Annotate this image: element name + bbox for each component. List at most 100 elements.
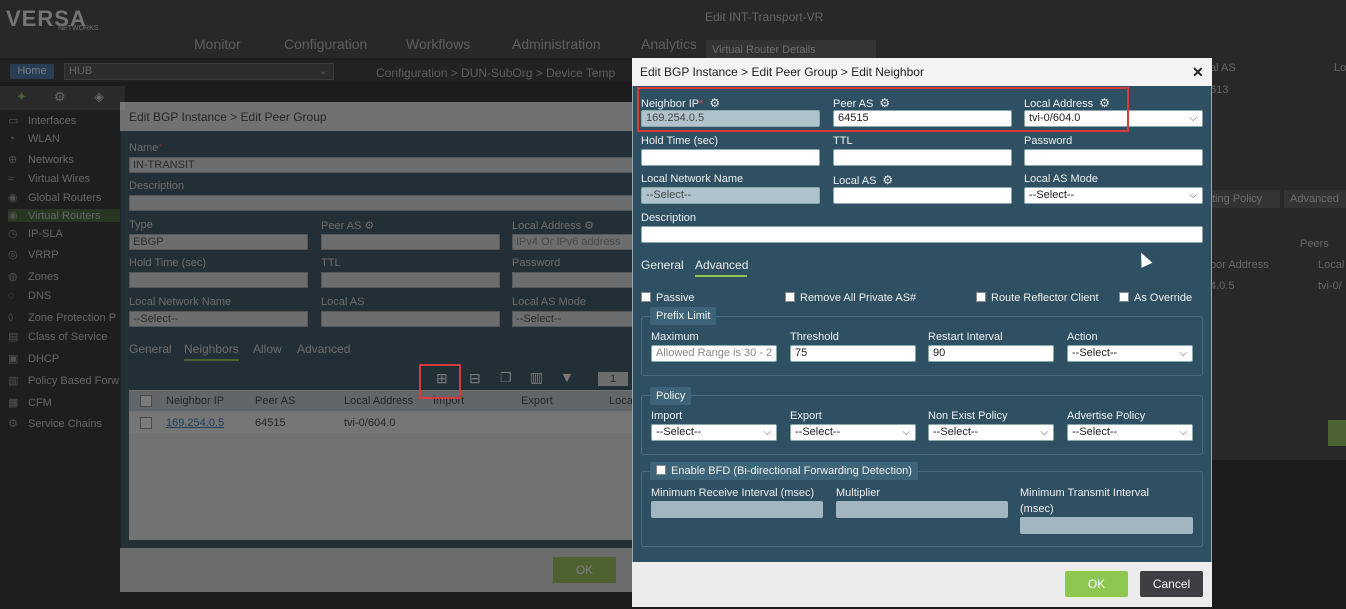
as-override-checkbox[interactable]: As Override — [1119, 292, 1192, 304]
nav-configuration[interactable]: Configuration — [284, 36, 367, 52]
pg-ttl-input[interactable] — [321, 272, 500, 288]
router-icon: ◉ — [8, 210, 18, 222]
passive-checkbox[interactable]: Passive — [641, 292, 695, 304]
pg-ok-button[interactable]: OK — [553, 557, 616, 583]
col-local-address[interactable]: Local Address — [344, 395, 413, 407]
min-receive-interval-input[interactable] — [651, 501, 823, 518]
sidebar-item-zones[interactable]: ◍ Zones — [8, 270, 59, 283]
col-peer-as[interactable]: Peer AS — [255, 395, 295, 407]
sidebar-item-networks[interactable]: ⊕ Networks — [8, 153, 74, 166]
ttl-input[interactable] — [833, 149, 1012, 166]
pg-local-network-select[interactable]: --Select-- — [129, 311, 308, 327]
checkbox[interactable] — [1119, 292, 1129, 302]
checkbox[interactable] — [785, 292, 795, 302]
sidebar-item-virtual-wires[interactable]: ≈ Virtual Wires — [8, 173, 90, 185]
pg-tab-general[interactable]: General — [129, 342, 172, 356]
sidebar-item-service-chains[interactable]: ⚙ Service Chains — [8, 417, 102, 430]
sidebar-item-global-routers[interactable]: ◉ Global Routers — [8, 191, 101, 204]
sidebar-item-virtual-routers[interactable]: ◉ Virtual Routers — [8, 209, 120, 222]
local-as-input[interactable] — [833, 187, 1012, 204]
non-exist-policy-select[interactable]: --Select-- ⌵ — [928, 424, 1054, 441]
wand-icon[interactable]: ✦ — [16, 89, 27, 105]
multiplier-input[interactable] — [836, 501, 1008, 518]
password-input[interactable] — [1024, 149, 1203, 166]
hold-time-input[interactable] — [641, 149, 820, 166]
local-network-name-select[interactable]: --Select-- — [641, 187, 820, 204]
maximum-input[interactable]: Allowed Range is 30 - 2 — [651, 345, 777, 362]
sidebar-item-zone-protection[interactable]: ◊ Zone Protection P — [8, 312, 116, 324]
sidebar-item-dhcp[interactable]: ▣ DHCP — [8, 352, 59, 365]
nav-administration[interactable]: Administration — [512, 36, 601, 52]
sidebar-item-vrrp[interactable]: ◎ VRRP — [8, 248, 59, 261]
min-transmit-interval-input[interactable] — [1020, 517, 1193, 534]
select-all-checkbox[interactable] — [140, 395, 152, 407]
page-number[interactable]: 1 — [598, 372, 628, 386]
bfd-legend[interactable]: Enable BFD (Bi-directional Forwarding De… — [650, 462, 918, 480]
pg-hold-time-input[interactable] — [129, 272, 308, 288]
sidebar-item-ip-sla[interactable]: ◷ IP-SLA — [8, 227, 63, 240]
col-export[interactable]: Export — [521, 395, 553, 407]
columns-icon[interactable]: ▥ — [530, 369, 543, 386]
nav-workflows[interactable]: Workflows — [406, 36, 470, 52]
pg-tab-advanced[interactable]: Advanced — [297, 342, 350, 356]
local-as-mode-select[interactable]: --Select-- ⌵ — [1024, 187, 1203, 204]
pg-tab-allow[interactable]: Allow — [253, 342, 282, 356]
checkbox[interactable] — [641, 292, 651, 302]
ok-button[interactable]: OK — [1065, 571, 1128, 597]
chevron-down-icon: ⌄ — [318, 65, 328, 77]
gear-icon[interactable]: ⚙ — [364, 220, 374, 232]
import-select[interactable]: --Select-- ⌵ — [651, 424, 777, 441]
pg-name-input[interactable]: IN-TRANSIT — [129, 157, 640, 173]
threshold-input[interactable]: 75 — [790, 345, 916, 362]
description-input[interactable] — [641, 226, 1203, 243]
route-reflector-client-checkbox[interactable]: Route Reflector Client — [976, 292, 1099, 304]
pg-description-input[interactable] — [129, 195, 640, 211]
col-local[interactable]: Loca — [609, 395, 633, 407]
sidebar-item-policy-based-forwarding[interactable]: ▥ Policy Based Forw — [8, 374, 119, 387]
org-select[interactable]: HUB ⌄ — [64, 63, 334, 80]
pg-local-as-input[interactable] — [321, 311, 500, 327]
restart-interval-input[interactable]: 90 — [928, 345, 1054, 362]
advertise-policy-select[interactable]: --Select-- ⌵ — [1067, 424, 1193, 441]
nav-monitor[interactable]: Monitor — [194, 36, 241, 52]
home-button[interactable]: Home — [10, 64, 54, 79]
restart-interval-label: Restart Interval — [928, 331, 1003, 343]
sidebar-item-class-of-service[interactable]: ▤ Class of Service — [8, 330, 107, 343]
nav-analytics[interactable]: Analytics — [641, 36, 697, 52]
pg-local-as-mode-select[interactable]: --Select-- — [512, 311, 640, 327]
pg-peer-as-input[interactable] — [321, 234, 500, 250]
filter-icon[interactable]: ▼ — [560, 369, 574, 385]
cube-icon[interactable]: ◈ — [94, 89, 104, 105]
gear-icon[interactable]: ⚙ — [584, 220, 594, 232]
checkbox[interactable] — [976, 292, 986, 302]
export-select[interactable]: --Select-- ⌵ — [790, 424, 916, 441]
sidebar-item-cfm[interactable]: ▦ CFM — [8, 396, 52, 409]
gear-icon[interactable]: ⚙ — [882, 173, 893, 187]
pg-local-address-input[interactable]: IPv4 Or IPv6 address — [512, 234, 640, 250]
cancel-button[interactable]: Cancel — [1140, 571, 1203, 597]
table-row[interactable]: 169.254.0.5 64515 tvi-0/604.0 — [129, 413, 640, 433]
tab-advanced-bg[interactable]: Advanced — [1284, 190, 1346, 208]
copy-icon[interactable]: ❐ — [500, 370, 512, 386]
tab-general[interactable]: General — [641, 258, 684, 272]
close-icon[interactable]: ✕ — [1192, 64, 1204, 81]
neighbor-ip-link[interactable]: 169.254.0.5 — [166, 417, 224, 429]
remove-private-as-checkbox[interactable]: Remove All Private AS# — [785, 292, 916, 304]
enable-bfd-checkbox[interactable] — [656, 465, 666, 475]
col-neighbor-ip[interactable]: Neighbor IP — [166, 395, 224, 407]
row-checkbox[interactable] — [140, 417, 152, 429]
ok-button-bg[interactable] — [1328, 420, 1346, 446]
peer-as-cell: 64515 — [255, 417, 286, 429]
tab-routing-policy[interactable]: ting Policy — [1210, 190, 1280, 208]
tab-advanced[interactable]: Advanced — [695, 258, 748, 272]
pg-type-select[interactable]: EBGP — [129, 234, 308, 250]
pg-tab-neighbors[interactable]: Neighbors — [184, 342, 239, 361]
sidebar-item-wlan[interactable]: ◔ WLAN — [8, 133, 60, 145]
sidebar-item-interfaces[interactable]: ▭ Interfaces — [8, 114, 76, 127]
tab-virtual-router-details[interactable]: Virtual Router Details — [706, 40, 876, 60]
remove-icon[interactable]: ⊟ — [469, 370, 481, 387]
pg-password-input[interactable] — [512, 272, 640, 288]
gear-icon[interactable]: ⚙ — [54, 89, 66, 105]
sidebar-item-dns[interactable]: ◌ DNS — [8, 290, 51, 302]
action-select[interactable]: --Select-- ⌵ — [1067, 345, 1193, 362]
